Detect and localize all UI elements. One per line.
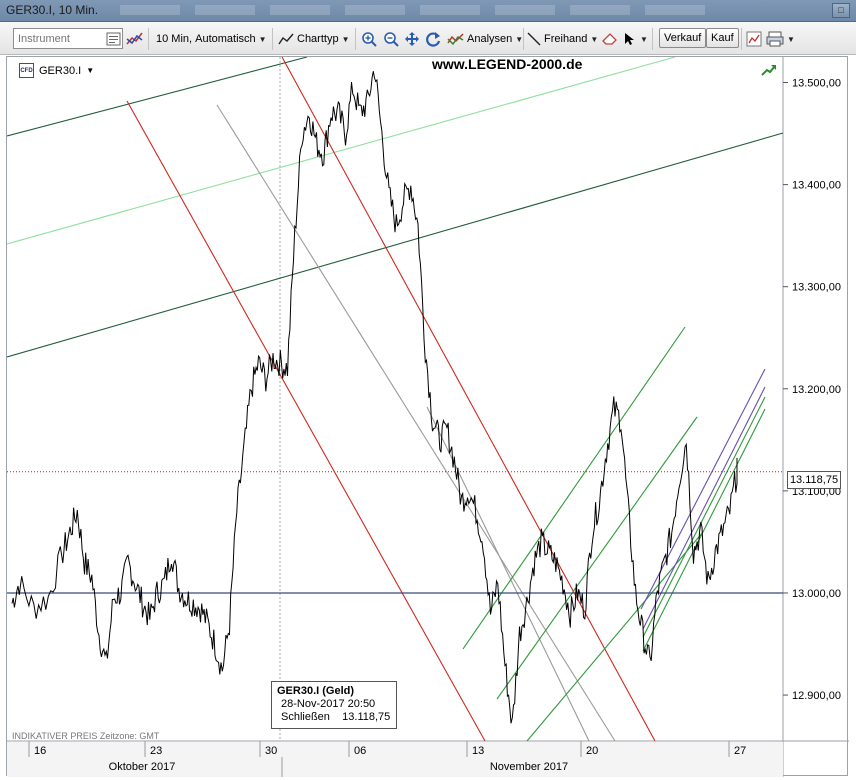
chevron-down-icon: ▼ <box>515 34 524 44</box>
line-draw-icon <box>527 32 541 46</box>
infobox-close-value: 13.118,75 <box>342 711 391 723</box>
zoom-out-icon[interactable] <box>383 28 399 50</box>
eraser-icon[interactable] <box>602 28 618 50</box>
print-dropdown[interactable]: ▼ <box>766 28 795 50</box>
infobox-title: GER30.I (Geld) <box>277 685 355 697</box>
price-tick-label: 13.400,00 <box>792 180 841 192</box>
trend-channel-mid <box>7 57 676 245</box>
interval-label: 10 Min, <box>156 33 193 45</box>
charttyp-dropdown[interactable]: Charttyp ▼ <box>278 28 350 50</box>
price-tick-label: 13.200,00 <box>792 384 841 396</box>
infobox-close: Schließen 13.118,75 <box>277 711 391 724</box>
chart-settings-icon[interactable] <box>746 28 762 50</box>
day-tick-label: 13 <box>472 745 484 757</box>
gray-channel-line <box>426 406 590 742</box>
maximize-icon[interactable]: □ <box>832 3 850 18</box>
indicator-icon[interactable] <box>126 28 144 50</box>
green-channel-line <box>642 408 766 652</box>
refresh-icon[interactable] <box>425 28 443 50</box>
charttyp-label: Charttyp <box>297 33 339 45</box>
month-label: Oktober 2017 <box>109 761 176 773</box>
watermark-text: www.LEGEND-2000.de <box>432 56 583 72</box>
interval-dropdown[interactable]: 10 Min, Automatisch ▼ <box>156 28 267 50</box>
instrument-lookup-icon[interactable] <box>106 28 122 50</box>
day-tick-label: 20 <box>586 745 598 757</box>
line-chart-icon <box>278 33 294 45</box>
price-tick-label: 12.900,00 <box>792 690 841 702</box>
chart-toolbar: 10 Min, Automatisch ▼ Charttyp ▼ Analyse… <box>0 22 856 55</box>
price-tick-label: 13.500,00 <box>792 78 841 90</box>
price-chart: 13.500,00 13.400,00 13.300,00 13.200,00 13.1… <box>7 57 849 777</box>
freihand-dropdown[interactable]: Freihand ▼ <box>527 28 598 50</box>
red-channel-line <box>281 57 656 742</box>
interval-mode: Automatisch <box>195 33 256 45</box>
analysis-icon <box>447 33 464 46</box>
chevron-down-icon: ▼ <box>86 66 95 75</box>
cfd-icon: CFD <box>19 63 34 78</box>
chevron-down-icon: ▼ <box>341 34 350 44</box>
window-title: GER30.I, 10 Min. <box>6 3 99 17</box>
price-tick-label: 13.300,00 <box>792 282 841 294</box>
green-channel-line <box>462 326 686 650</box>
trend-up-icon <box>761 63 777 80</box>
pan-icon[interactable] <box>404 28 420 50</box>
chart-instrument-name: GER30.I <box>39 64 82 77</box>
gray-channel-line <box>216 104 616 742</box>
price-tick-label: 13.000,00 <box>792 588 841 600</box>
chevron-down-icon: ▼ <box>640 34 648 44</box>
verkauf-button[interactable]: Verkauf <box>659 28 707 48</box>
day-tick-label: 06 <box>354 745 366 757</box>
infobox-datetime: 28-Nov-2017 20:50 <box>281 698 376 710</box>
analysen-dropdown[interactable]: Analysen ▼ <box>447 28 523 50</box>
month-label: November 2017 <box>490 761 568 773</box>
day-tick-label: 23 <box>150 745 162 757</box>
infobox-close-label: Schließen <box>281 711 330 723</box>
cursor-tool-dropdown[interactable]: ▼ <box>624 28 648 50</box>
day-tick-label: 16 <box>34 745 46 757</box>
window-titlebar: GER30.I, 10 Min. □ <box>0 0 856 22</box>
chevron-down-icon: ▼ <box>258 34 267 44</box>
day-tick-label: 30 <box>265 745 277 757</box>
chevron-down-icon: ▼ <box>590 34 599 44</box>
chevron-down-icon: ▼ <box>787 34 795 44</box>
green-channel-line <box>642 396 766 638</box>
chart-area[interactable]: 13.500,00 13.400,00 13.300,00 13.200,00 13.1… <box>6 56 849 777</box>
cursor-icon <box>625 33 634 45</box>
freihand-label: Freihand <box>544 33 588 45</box>
crosshair-info-box: GER30.I (Geld) 28-Nov-2017 20:50 Schließ… <box>271 681 397 729</box>
indicative-price-note: INDIKATIVER PREIS Zeitzone: GMT <box>12 731 160 741</box>
trend-channel-lower <box>7 132 784 358</box>
day-tick-label: 27 <box>734 745 746 757</box>
menu-bar-blur <box>120 5 720 15</box>
zoom-in-icon[interactable] <box>361 28 377 50</box>
price-series-line <box>11 71 738 724</box>
analysen-label: Analysen <box>467 33 513 45</box>
print-icon <box>766 31 784 47</box>
kauf-button[interactable]: Kauf <box>706 28 739 48</box>
current-price-badge: 13.118,75 <box>787 471 841 489</box>
chart-instrument-selector[interactable]: CFD GER30.I ▼ <box>19 63 94 78</box>
